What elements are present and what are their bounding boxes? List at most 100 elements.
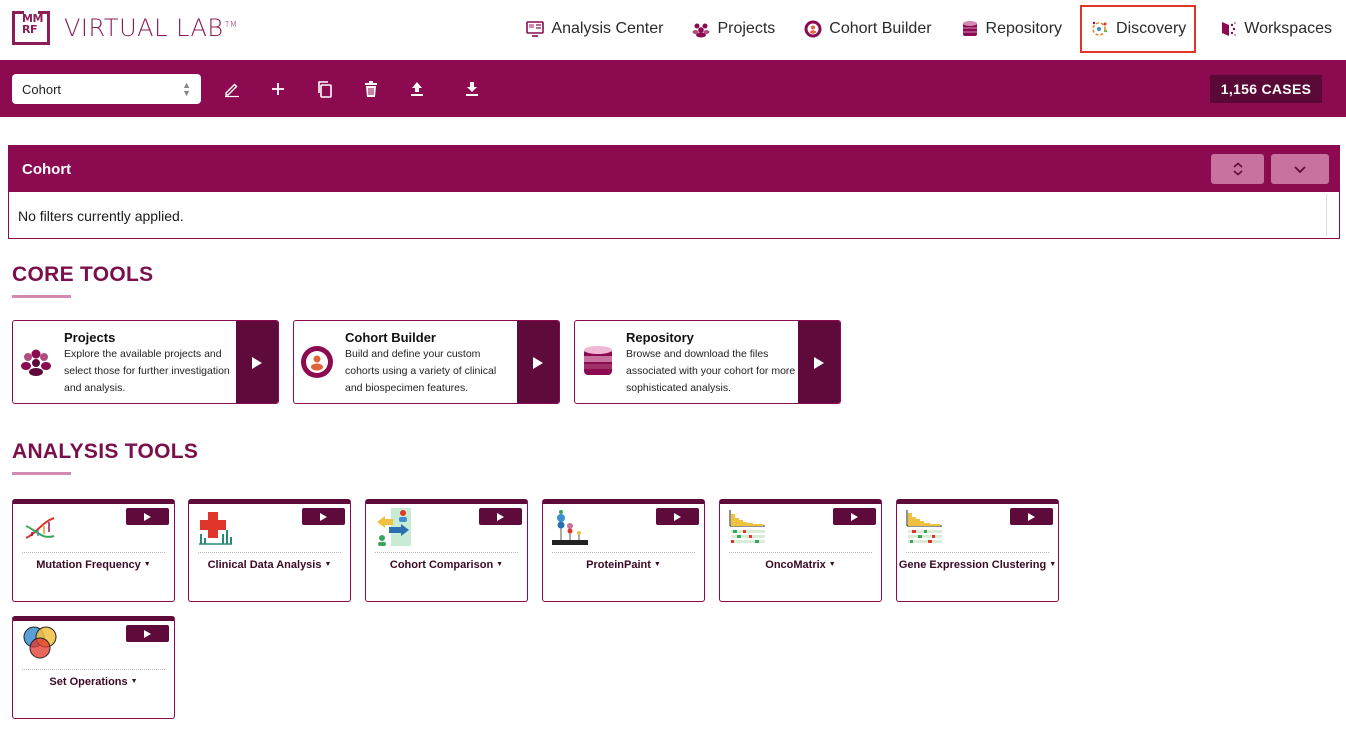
analysis-tool-menu[interactable]: Set Operations ▼ [13, 676, 174, 688]
launch-mutation-frequency-button[interactable] [126, 508, 169, 525]
cases-count-badge: 1,156 CASES [1210, 75, 1322, 103]
analysis-tool-label: Cohort Comparison [389, 559, 494, 571]
launch-gene-expression-clustering-button[interactable] [1010, 508, 1053, 525]
expand-collapse-filters-button[interactable] [1211, 154, 1264, 184]
chevron-down-icon [1294, 166, 1306, 174]
nav-projects[interactable]: Projects [677, 5, 789, 53]
download-cohort-button[interactable] [459, 76, 485, 102]
copy-icon [318, 81, 332, 98]
launch-clinical-data-analysis-button[interactable] [302, 508, 345, 525]
analysis-card-gene-expression-clustering: Gene Expression Clustering ▼ [896, 499, 1059, 602]
nav-label: Projects [717, 19, 776, 37]
nav-discovery[interactable]: Discovery [1080, 4, 1197, 53]
analysis-tool-menu[interactable]: Mutation Frequency ▼ [13, 559, 174, 571]
play-icon [851, 512, 858, 521]
analysis-card-oncomatrix: OncoMatrix ▼ [719, 499, 882, 602]
analysis-tool-menu[interactable]: Clinical Data Analysis ▼ [189, 559, 350, 571]
edit-cohort-button[interactable] [219, 76, 245, 102]
analysis-tool-label: Mutation Frequency [36, 559, 141, 571]
caret-down-icon: ▼ [130, 678, 138, 685]
launch-set-operations-button[interactable] [126, 625, 169, 642]
play-icon [144, 512, 151, 521]
nav-label: Cohort Builder [829, 19, 932, 37]
core-tool-title: Projects [64, 330, 116, 345]
heading-underline [12, 295, 71, 298]
toggle-panel-button[interactable] [1271, 154, 1329, 184]
dna-icon [25, 517, 55, 539]
card-divider [375, 552, 518, 553]
gene-expression-icon [906, 510, 942, 543]
play-icon [144, 629, 151, 638]
play-icon [674, 512, 681, 521]
open-cohort-builder-button[interactable] [517, 321, 559, 403]
core-tool-title: Repository [626, 330, 694, 345]
card-divider [22, 552, 165, 553]
card-divider [729, 552, 872, 553]
cohort-builder-icon [301, 346, 333, 378]
launch-proteinpaint-button[interactable] [656, 508, 699, 525]
scrollbar-track[interactable] [1326, 194, 1327, 236]
chevron-updown-icon [1232, 162, 1243, 176]
nav-label: Workspaces [1244, 19, 1332, 37]
add-cohort-button[interactable] [265, 76, 291, 102]
analysis-card-proteinpaint: ProteinPaint ▼ [542, 499, 705, 602]
protein-paint-icon [552, 510, 588, 545]
play-icon [814, 357, 824, 369]
analysis-tool-menu[interactable]: Cohort Comparison ▼ [366, 559, 527, 571]
nav-cohort-builder[interactable]: Cohort Builder [789, 5, 945, 53]
open-projects-button[interactable] [236, 321, 278, 403]
cohort-toolbar: Cohort ▲ ▼ 1,156 CASES [0, 60, 1346, 117]
nav-label: Discovery [1116, 19, 1187, 37]
analysis-tool-menu[interactable]: Gene Expression Clustering ▼ [897, 559, 1058, 571]
main-nav: Analysis Center Projects Cohort Builder … [511, 0, 1346, 57]
caret-down-icon: ▼ [324, 561, 332, 568]
repository-icon [962, 20, 977, 36]
delete-cohort-button[interactable] [358, 76, 384, 102]
heading-underline [12, 472, 71, 475]
repository-icon [584, 346, 612, 375]
analysis-tool-menu[interactable]: OncoMatrix ▼ [720, 559, 881, 571]
play-icon [533, 357, 543, 369]
caret-down-icon: ▼ [653, 561, 661, 568]
caret-down-icon: ▼ [1049, 561, 1057, 568]
upload-icon [411, 82, 423, 96]
mmrf-logo[interactable]: MM RF VIRTUAL LABTM [12, 11, 237, 45]
core-tools-heading: CORE TOOLS [12, 263, 154, 286]
analysis-tool-label: OncoMatrix [765, 559, 826, 571]
trash-icon [365, 81, 377, 97]
cohort-select[interactable]: Cohort ▲ ▼ [12, 74, 201, 104]
analysis-card-set-operations: Set Operations ▼ [12, 616, 175, 719]
nav-repository[interactable]: Repository [946, 5, 1076, 53]
discovery-icon [1092, 21, 1108, 36]
nav-label: Repository [985, 19, 1063, 37]
analysis-tool-menu[interactable]: ProteinPaint ▼ [543, 559, 704, 571]
top-navigation: MM RF VIRTUAL LABTM Analysis Center Proj… [0, 0, 1346, 60]
cohort-comparison-icon [377, 508, 411, 546]
upload-cohort-button[interactable] [404, 76, 430, 102]
brand-name: VIRTUAL LAB [64, 14, 224, 42]
cohort-select-value: Cohort [22, 82, 62, 97]
launch-oncomatrix-button[interactable] [833, 508, 876, 525]
analysis-tool-label: ProteinPaint [586, 559, 651, 571]
edit-icon [225, 83, 239, 98]
analysis-tool-label: Set Operations [49, 676, 128, 688]
cohort-builder-icon [804, 20, 822, 37]
analysis-card-mutation-frequency: Mutation Frequency ▼ [12, 499, 175, 602]
open-repository-button[interactable] [798, 321, 840, 403]
core-tool-card-repository[interactable]: Repository Browse and download the files… [574, 320, 841, 404]
card-divider [906, 552, 1049, 553]
copy-cohort-button[interactable] [312, 76, 338, 102]
logo-wordmark: VIRTUAL LABTM [64, 14, 237, 42]
logo-letters-bottom: RF [22, 23, 37, 36]
card-divider [552, 552, 695, 553]
launch-cohort-comparison-button[interactable] [479, 508, 522, 525]
core-tool-card-cohort-builder[interactable]: Cohort Builder Build and define your cus… [293, 320, 560, 404]
select-updown-icon: ▲ ▼ [182, 80, 191, 98]
core-tool-card-projects[interactable]: Projects Explore the available projects … [12, 320, 279, 404]
core-tool-description: Browse and download the files associated… [626, 348, 796, 394]
plus-icon [272, 83, 284, 95]
card-divider [198, 552, 341, 553]
caret-down-icon: ▼ [828, 561, 836, 568]
nav-workspaces[interactable]: Workspaces [1204, 5, 1346, 53]
nav-analysis-center[interactable]: Analysis Center [511, 5, 677, 53]
